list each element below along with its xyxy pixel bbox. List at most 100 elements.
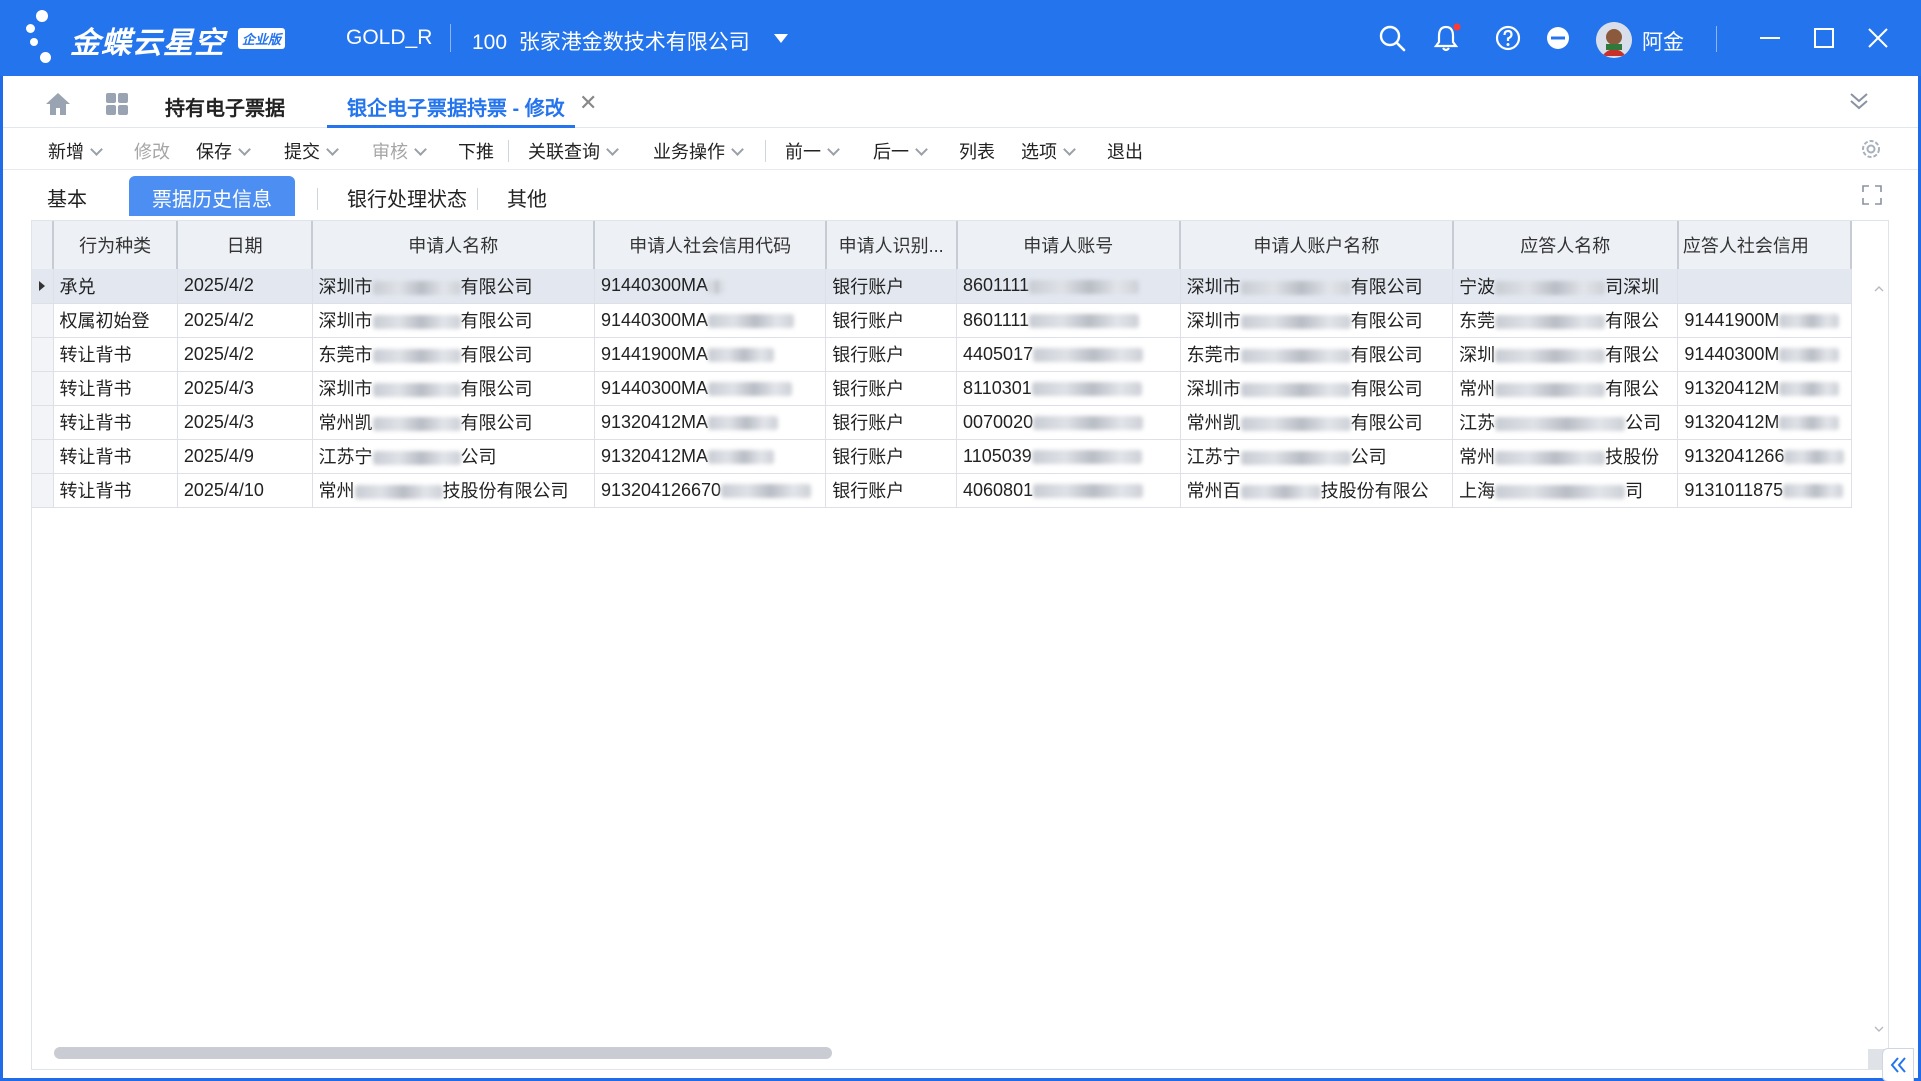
chevron-down-icon[interactable]	[827, 143, 840, 156]
cell-applicant-name[interactable]: 东莞市 有限公司	[312, 337, 595, 372]
cell-responder-name[interactable]: 东莞 有限公	[1452, 303, 1679, 338]
col-applicant-account-name[interactable]: 申请人账户名称	[1180, 221, 1454, 269]
minus-circle-icon[interactable]	[1542, 22, 1574, 54]
new-button[interactable]: 新增	[48, 138, 103, 164]
cell-applicant-credit-code[interactable]: 91440300MA	[594, 303, 827, 338]
bell-icon[interactable]	[1430, 22, 1462, 54]
col-action-type[interactable]: 行为种类	[53, 221, 179, 269]
exit-button[interactable]: 退出	[1107, 138, 1143, 164]
close-icon[interactable]	[1862, 22, 1894, 54]
table-row[interactable]: 转让背书 2025/4/9 江苏宁 公司 91320412MA 银行账户 1105039 江苏…	[32, 439, 1852, 474]
home-icon[interactable]	[43, 90, 73, 118]
cell-action-type[interactable]: 转让背书	[53, 405, 178, 440]
apps-icon[interactable]	[103, 90, 131, 118]
submit-button[interactable]: 提交	[284, 138, 339, 164]
table-row[interactable]: 转让背书 2025/4/2 东莞市 有限公司 91441900MA 银行账户 4405017…	[32, 337, 1852, 372]
audit-button[interactable]: 审核	[372, 138, 427, 164]
cell-responder-name[interactable]: 深圳 有限公	[1452, 337, 1679, 372]
cell-applicant-name[interactable]: 常州 技股份有限公司	[312, 473, 595, 508]
chevron-down-icon[interactable]	[774, 34, 788, 43]
col-applicant-name[interactable]: 申请人名称	[312, 221, 596, 269]
chevron-down-icon[interactable]	[90, 143, 103, 156]
cell-responder-credit-code[interactable]: 91320412M	[1677, 371, 1852, 406]
cell-action-type[interactable]: 转让背书	[53, 337, 178, 372]
col-applicant-id-type[interactable]: 申请人识别...	[825, 221, 958, 269]
chevron-double-left-icon[interactable]	[1883, 1049, 1913, 1081]
cell-applicant-credit-code[interactable]: 91440300MA	[594, 371, 827, 406]
cell-applicant-account[interactable]: 4060801	[956, 473, 1181, 508]
cell-date[interactable]: 2025/4/2	[177, 269, 313, 304]
row-header[interactable]	[32, 473, 54, 508]
cell-applicant-name[interactable]: 常州凯 有限公司	[312, 405, 595, 440]
table-row[interactable]: 承兑 2025/4/2 深圳市 有限公司 91440300MA 银行账户 8601111 深圳…	[32, 269, 1852, 304]
cell-applicant-credit-code[interactable]: 91320412MA	[594, 439, 827, 474]
cell-action-type[interactable]: 转让背书	[53, 473, 178, 508]
push-button[interactable]: 下推	[458, 138, 494, 164]
cell-applicant-account-name[interactable]: 深圳市 有限公司	[1180, 371, 1454, 406]
tab-bill-edit[interactable]: 银企电子票据持票 - 修改	[327, 76, 575, 128]
cell-responder-credit-code[interactable]: 9132041266	[1677, 439, 1852, 474]
cell-responder-name[interactable]: 常州 技股份	[1452, 439, 1679, 474]
cell-applicant-account-name[interactable]: 江苏宁 公司	[1180, 439, 1454, 474]
col-responder-name[interactable]: 应答人名称	[1452, 221, 1679, 269]
cell-date[interactable]: 2025/4/2	[177, 337, 313, 372]
cell-responder-credit-code[interactable]	[1677, 269, 1852, 304]
cell-action-type[interactable]: 承兑	[53, 269, 178, 304]
col-date[interactable]: 日期	[177, 221, 313, 269]
vertical-scrollbar[interactable]	[1870, 281, 1888, 1041]
cell-applicant-name[interactable]: 深圳市 有限公司	[312, 303, 595, 338]
close-icon[interactable]: ✕	[579, 90, 597, 116]
avatar[interactable]	[1596, 22, 1632, 58]
chevron-down-icon[interactable]	[238, 143, 251, 156]
row-header[interactable]	[32, 303, 54, 338]
cell-date[interactable]: 2025/4/2	[177, 303, 313, 338]
cell-applicant-account[interactable]: 8110301	[956, 371, 1181, 406]
cell-applicant-credit-code[interactable]: 91441900MA	[594, 337, 827, 372]
cell-applicant-account-name[interactable]: 深圳市 有限公司	[1180, 303, 1454, 338]
cell-responder-credit-code[interactable]: 9131011875	[1677, 473, 1852, 508]
cell-applicant-id-type[interactable]: 银行账户	[825, 303, 958, 338]
cell-applicant-account-name[interactable]: 常州凯 有限公司	[1180, 405, 1454, 440]
row-header[interactable]	[32, 405, 54, 440]
cell-applicant-credit-code[interactable]: 91440300MA	[594, 269, 827, 304]
next-button[interactable]: 后一	[873, 138, 928, 164]
cell-applicant-account-name[interactable]: 东莞市 有限公司	[1180, 337, 1454, 372]
horizontal-scrollbar[interactable]	[44, 1043, 1854, 1061]
cell-responder-credit-code[interactable]: 91320412M	[1677, 405, 1852, 440]
maximize-icon[interactable]	[1808, 22, 1840, 54]
cell-action-type[interactable]: 转让背书	[53, 439, 178, 474]
settings-icon[interactable]	[1858, 136, 1884, 162]
col-applicant-credit-code[interactable]: 申请人社会信用代码	[594, 221, 827, 269]
cell-responder-credit-code[interactable]: 91441900M	[1677, 303, 1852, 338]
modify-button[interactable]: 修改	[134, 138, 170, 164]
cell-applicant-account[interactable]: 0070020	[956, 405, 1181, 440]
cell-applicant-account[interactable]: 1105039	[956, 439, 1181, 474]
tab-bank-status[interactable]: 银行处理状态	[327, 176, 487, 216]
cell-date[interactable]: 2025/4/3	[177, 405, 313, 440]
row-header[interactable]	[32, 439, 54, 474]
chevron-down-icon[interactable]	[1063, 143, 1076, 156]
row-header[interactable]	[32, 371, 54, 406]
cell-responder-name[interactable]: 宁波 司深圳	[1452, 269, 1679, 304]
tab-basic[interactable]: 基本	[47, 176, 107, 216]
chevron-down-icon[interactable]	[414, 143, 427, 156]
business-ops-button[interactable]: 业务操作	[653, 138, 744, 164]
table-row[interactable]: 转让背书 2025/4/10 常州 技股份有限公司 913204126670 银行账户 40…	[32, 473, 1852, 508]
save-button[interactable]: 保存	[196, 138, 251, 164]
col-responder-credit-code[interactable]: 应答人社会信用	[1677, 221, 1852, 269]
prev-button[interactable]: 前一	[785, 138, 840, 164]
cell-applicant-id-type[interactable]: 银行账户	[825, 473, 958, 508]
chevron-down-icon[interactable]	[731, 143, 744, 156]
minimize-icon[interactable]	[1754, 22, 1786, 54]
search-icon[interactable]	[1376, 22, 1408, 54]
cell-applicant-account-name[interactable]: 深圳市 有限公司	[1180, 269, 1454, 304]
table-row[interactable]: 权属初始登 2025/4/2 深圳市 有限公司 91440300MA 银行账户 860111…	[32, 303, 1852, 338]
cell-applicant-account-name[interactable]: 常州百 技股份有限公	[1180, 473, 1454, 508]
user-name[interactable]: 阿金	[1642, 26, 1684, 56]
expand-icon[interactable]	[1861, 184, 1883, 206]
cell-applicant-id-type[interactable]: 银行账户	[825, 371, 958, 406]
col-applicant-account[interactable]: 申请人账号	[956, 221, 1182, 269]
cell-responder-name[interactable]: 上海 司	[1452, 473, 1679, 508]
cell-responder-credit-code[interactable]: 91440300M	[1677, 337, 1852, 372]
tab-other[interactable]: 其他	[507, 176, 567, 216]
